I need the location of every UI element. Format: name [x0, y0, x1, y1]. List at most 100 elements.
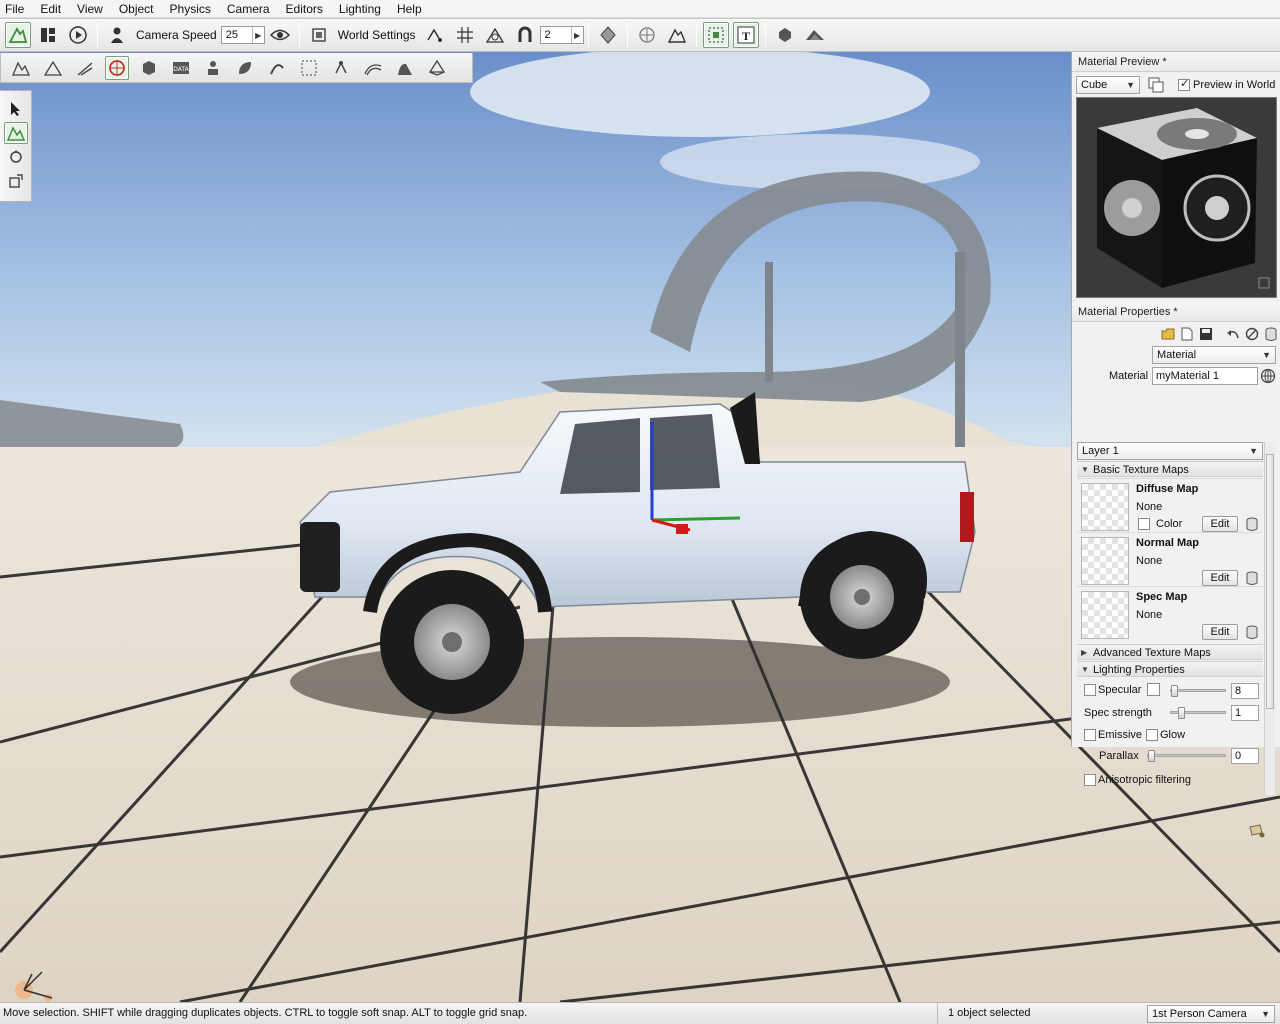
parallax-slider-knob[interactable] — [1148, 750, 1155, 762]
diffuse-color-checkbox[interactable] — [1138, 518, 1150, 530]
gui-editor-icon[interactable] — [35, 22, 61, 48]
delete-icon[interactable] — [1244, 624, 1260, 640]
move-tool-icon[interactable] — [3, 122, 28, 144]
object-center-icon[interactable] — [634, 22, 660, 48]
normal-edit-button[interactable]: Edit — [1202, 570, 1238, 586]
snap-size-field[interactable]: 2 ▶ — [539, 26, 584, 44]
spec-strength-value[interactable]: 1 — [1231, 705, 1259, 721]
menu-physics[interactable]: Physics — [162, 0, 219, 18]
menu-object[interactable]: Object — [111, 0, 162, 18]
screenshot-icon[interactable] — [306, 22, 332, 48]
properties-scrollbar[interactable] — [1264, 442, 1275, 795]
scrollbar-thumb[interactable] — [1266, 454, 1274, 709]
ribbon-icon[interactable] — [265, 56, 289, 80]
camera-speed-value[interactable]: 25 — [222, 29, 252, 41]
scale-tool-icon[interactable] — [4, 170, 28, 192]
datablock-icon[interactable]: DATA — [169, 56, 193, 80]
box-object-icon[interactable] — [137, 56, 161, 80]
specular-color-swatch[interactable] — [1147, 683, 1160, 696]
terrain-block-icon[interactable] — [41, 56, 65, 80]
save-icon[interactable] — [1198, 326, 1214, 342]
duplicate-window-icon[interactable] — [1148, 77, 1164, 93]
object-text-icon[interactable]: T — [732, 22, 759, 48]
sky-sphere-icon[interactable] — [105, 55, 129, 80]
diffuse-map-thumbnail[interactable] — [1081, 483, 1129, 531]
world-transform-icon[interactable] — [664, 22, 690, 48]
menu-edit[interactable]: Edit — [32, 0, 69, 18]
magnet-snap-icon[interactable] — [512, 22, 538, 48]
preview-in-world-checkbox[interactable] — [1178, 77, 1190, 91]
play-game-icon[interactable] — [65, 22, 91, 48]
delete-icon[interactable] — [1244, 570, 1260, 586]
basic-texture-maps-header[interactable]: ▼ Basic Texture Maps — [1077, 461, 1263, 477]
menu-view[interactable]: View — [69, 0, 111, 18]
renderer-bounds-icon[interactable] — [702, 22, 729, 48]
glow-checkbox[interactable] — [1146, 729, 1158, 741]
spawn-point-icon[interactable] — [201, 56, 225, 80]
specular-slider[interactable] — [1170, 685, 1226, 697]
decal-road-icon[interactable] — [393, 56, 417, 80]
material-name-field[interactable]: myMaterial 1 — [1152, 367, 1258, 385]
snap-to-terrain-icon[interactable] — [422, 22, 448, 48]
new-material-icon[interactable] — [1179, 326, 1195, 342]
rotation-snap-icon[interactable] — [482, 22, 508, 48]
mesh-road-icon[interactable] — [425, 56, 449, 80]
forest-editor-icon[interactable] — [802, 22, 828, 48]
material-type-select[interactable]: Material ▼ — [1152, 346, 1276, 364]
menu-lighting[interactable]: Lighting — [331, 0, 389, 18]
menu-editors[interactable]: Editors — [278, 0, 331, 18]
terrain-icon[interactable] — [9, 56, 33, 80]
diffuse-edit-button[interactable]: Edit — [1202, 516, 1238, 532]
menu-camera[interactable]: Camera — [219, 0, 278, 18]
camera-speed-field[interactable]: 25 ▶ — [220, 26, 265, 44]
globe-icon[interactable] — [1260, 368, 1276, 384]
river-icon[interactable] — [361, 56, 385, 80]
advanced-texture-maps-header[interactable]: ▶ Advanced Texture Maps — [1077, 644, 1263, 660]
parallax-slider[interactable] — [1147, 750, 1226, 762]
specular-value[interactable]: 8 — [1231, 683, 1259, 699]
snap-size-value[interactable]: 2 — [541, 29, 571, 41]
world-editor-icon[interactable] — [5, 22, 31, 48]
visibility-eye-icon[interactable] — [267, 22, 293, 48]
leaf-icon[interactable] — [233, 56, 257, 80]
specular-checkbox[interactable] — [1084, 684, 1096, 696]
camera-mode-select[interactable]: 1st Person Camera ▼ — [1147, 1005, 1275, 1023]
particle-emitter-icon[interactable] — [329, 56, 353, 80]
menu-file[interactable]: File — [0, 0, 32, 18]
delete-icon[interactable] — [1244, 516, 1260, 532]
zone-icon[interactable] — [297, 56, 321, 80]
normal-map-thumbnail[interactable] — [1081, 537, 1129, 585]
drop-to-ground-icon[interactable] — [772, 22, 798, 48]
world-settings-button[interactable]: World Settings — [338, 28, 416, 42]
layer-select[interactable]: Layer 1 ▼ — [1077, 442, 1263, 460]
menu-help[interactable]: Help — [389, 0, 430, 18]
clear-icon[interactable] — [1244, 326, 1260, 342]
spec-edit-button[interactable]: Edit — [1202, 624, 1238, 640]
material-name-value[interactable]: myMaterial 1 — [1156, 370, 1219, 382]
selection-mode-icon[interactable] — [595, 22, 621, 48]
status-bar: Move selection. SHIFT while dragging dup… — [0, 1002, 1280, 1024]
grid-snap-icon[interactable] — [452, 22, 478, 48]
spec-strength-slider-knob[interactable] — [1178, 707, 1185, 719]
open-folder-icon[interactable] — [1160, 326, 1176, 342]
lighting-properties-header[interactable]: ▼ Lighting Properties — [1077, 661, 1263, 677]
delete-icon[interactable] — [1263, 326, 1279, 342]
road-icon[interactable] — [73, 56, 97, 80]
select-arrow-icon[interactable] — [4, 98, 28, 120]
material-type-value: Material — [1157, 349, 1197, 361]
specular-slider-knob[interactable] — [1171, 685, 1178, 697]
spec-strength-slider[interactable] — [1170, 707, 1226, 719]
rotate-tool-icon[interactable] — [4, 146, 28, 168]
spec-map-thumbnail[interactable] — [1081, 591, 1129, 639]
emissive-checkbox[interactable] — [1084, 729, 1096, 741]
anisotropic-checkbox[interactable] — [1084, 774, 1096, 786]
chevron-right-icon[interactable]: ▶ — [570, 27, 583, 43]
chevron-right-icon[interactable]: ▶ — [251, 27, 264, 43]
undo-icon[interactable] — [1225, 326, 1241, 342]
camera-bookmark-icon[interactable] — [1248, 823, 1266, 842]
diffuse-map-value: None — [1136, 501, 1163, 513]
glow-label: Glow — [1160, 729, 1186, 741]
parallax-value[interactable]: 0 — [1231, 748, 1259, 764]
preview-shape-select[interactable]: Cube ▼ — [1076, 76, 1140, 94]
player-camera-icon[interactable] — [104, 22, 130, 48]
